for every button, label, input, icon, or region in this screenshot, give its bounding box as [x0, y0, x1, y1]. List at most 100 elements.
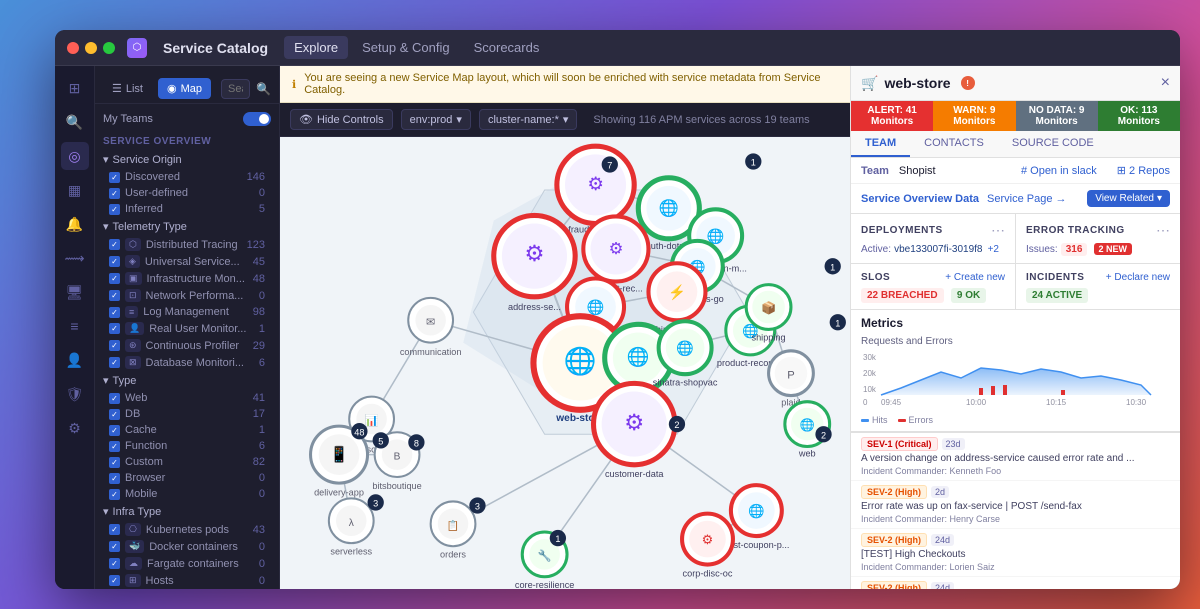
- incident-item-3[interactable]: SEV-2 (High) 24d [TEST] High Checkouts I…: [851, 577, 1180, 589]
- filter-item-discovered[interactable]: Discovered 146: [99, 169, 275, 185]
- maximize-window-btn[interactable]: [103, 42, 115, 54]
- filter-function[interactable]: Function 6: [99, 438, 275, 454]
- checkbox-db[interactable]: [109, 409, 120, 420]
- checkbox-distributed[interactable]: [109, 239, 120, 250]
- filter-custom[interactable]: Custom 82: [99, 454, 275, 470]
- checkbox-discovered[interactable]: [109, 172, 120, 183]
- panel-header: 🛒 web-store ! ×: [851, 66, 1180, 101]
- close-window-btn[interactable]: [67, 42, 79, 54]
- alert-icon[interactable]: 🔔: [61, 210, 89, 238]
- filter-profiler[interactable]: ⊛ Continuous Profiler 29: [99, 337, 275, 354]
- filter-item-user-defined[interactable]: User-defined 0: [99, 185, 275, 201]
- service-origin-title[interactable]: ▾ Service Origin: [99, 150, 275, 169]
- checkbox-universal[interactable]: [109, 256, 120, 267]
- search-sidebar-icon[interactable]: 🔍: [61, 108, 89, 136]
- view-related-label: View Related: [1095, 193, 1154, 204]
- filter-mobile[interactable]: Mobile 0: [99, 486, 275, 502]
- checkbox-mobile[interactable]: [109, 489, 120, 500]
- create-slo-btn[interactable]: + Create new: [945, 272, 1005, 283]
- apm-icon[interactable]: ⟿: [61, 244, 89, 272]
- checkbox-user-defined[interactable]: [109, 188, 120, 199]
- search-input[interactable]: [221, 79, 250, 99]
- checkbox-dbmon[interactable]: [109, 357, 120, 368]
- filter-db[interactable]: DB 17: [99, 406, 275, 422]
- filter-universal[interactable]: ◈ Universal Service... 45: [99, 253, 275, 270]
- alert-seg-ok[interactable]: OK: 113 Monitors: [1098, 101, 1180, 131]
- filter-item-inferred[interactable]: Inferred 5: [99, 201, 275, 217]
- map-area[interactable]: ⚙ fraud-preve... 🌐 auth-dotnet ⚙ address…: [280, 137, 850, 589]
- filter-docker[interactable]: 🐳 Docker containers 0: [99, 538, 275, 555]
- filter-cache[interactable]: Cache 1: [99, 422, 275, 438]
- age-badge-1: 2d: [931, 486, 949, 498]
- open-in-slack-link[interactable]: # Open in slack: [1021, 165, 1097, 177]
- filter-k8s[interactable]: ⎔ Kubernetes pods 43: [99, 521, 275, 538]
- alert-seg-nodata[interactable]: NO DATA: 9 Monitors: [1016, 101, 1098, 131]
- declare-incident-btn[interactable]: + Declare new: [1106, 272, 1170, 283]
- checkbox-fargate[interactable]: [109, 558, 120, 569]
- checkbox-k8s[interactable]: [109, 524, 120, 535]
- checkbox-network[interactable]: [109, 290, 120, 301]
- checkbox-profiler[interactable]: [109, 340, 120, 351]
- filter-log[interactable]: ≡ Log Management 98: [99, 304, 275, 320]
- list-tab-btn[interactable]: ☰ List: [103, 78, 152, 99]
- minimize-window-btn[interactable]: [85, 42, 97, 54]
- filter-rum[interactable]: 👤 Real User Monitor... 1: [99, 320, 275, 337]
- incident-item-0[interactable]: SEV-1 (Critical) 23d A version change on…: [851, 433, 1180, 481]
- view-related-btn[interactable]: View Related ▾: [1087, 190, 1170, 207]
- chevron-down-icon4: ▾: [103, 505, 109, 518]
- panel-tab-source[interactable]: SOURCE CODE: [998, 131, 1108, 157]
- my-teams-toggle[interactable]: [243, 112, 271, 126]
- monitor-icon[interactable]: ▦: [61, 176, 89, 204]
- nav-tab-scorecards[interactable]: Scorecards: [464, 36, 550, 59]
- env-dropdown[interactable]: env:prod ▾: [401, 109, 471, 130]
- checkbox-custom[interactable]: [109, 457, 120, 468]
- type-title[interactable]: ▾ Type: [99, 371, 275, 390]
- hide-controls-btn[interactable]: 👁 Hide Controls: [290, 109, 393, 130]
- checkbox-web[interactable]: [109, 393, 120, 404]
- filter-hosts[interactable]: ⊞ Hosts 0: [99, 572, 275, 589]
- home-icon[interactable]: ⊞: [61, 74, 89, 102]
- infra-type-title[interactable]: ▾ Infra Type: [99, 502, 275, 521]
- checkbox-rum[interactable]: [109, 323, 120, 334]
- panel-tab-team[interactable]: TEAM: [851, 131, 910, 157]
- filter-dbmon[interactable]: ⊠ Database Monitori... 6: [99, 354, 275, 371]
- service-page-link[interactable]: Service Page →: [987, 193, 1066, 205]
- repos-link[interactable]: ⊞ 2 Repos: [1117, 164, 1170, 177]
- telemetry-title[interactable]: ▾ Telemetry Type: [99, 217, 275, 236]
- checkbox-log[interactable]: [109, 307, 120, 318]
- logs-icon[interactable]: ≡: [61, 312, 89, 340]
- checkbox-function[interactable]: [109, 441, 120, 452]
- checkbox-hosts[interactable]: [109, 575, 120, 586]
- filter-web[interactable]: Web 41: [99, 390, 275, 406]
- settings-sidebar-icon[interactable]: ⚙: [61, 414, 89, 442]
- checkbox-browser[interactable]: [109, 473, 120, 484]
- alert-seg-red[interactable]: ALERT: 41 Monitors: [851, 101, 933, 131]
- security-icon[interactable]: 🛡: [61, 380, 89, 408]
- checkbox-inferred[interactable]: [109, 204, 120, 215]
- chevron-view-icon: ▾: [1157, 193, 1162, 204]
- filter-fargate[interactable]: ☁ Fargate containers 0: [99, 555, 275, 572]
- nav-tab-setup[interactable]: Setup & Config: [352, 36, 459, 59]
- infra-icon[interactable]: 🖥: [61, 278, 89, 306]
- incident-item-2[interactable]: SEV-2 (High) 24d [TEST] High Checkouts I…: [851, 529, 1180, 577]
- checkbox-docker[interactable]: [109, 541, 120, 552]
- db-label: DB: [125, 408, 140, 420]
- fargate-label: Fargate containers: [147, 558, 239, 570]
- checkbox-infra[interactable]: [109, 273, 120, 284]
- cluster-dropdown[interactable]: cluster-name:* ▾: [479, 109, 577, 130]
- filter-network[interactable]: ⊡ Network Performa... 0: [99, 287, 275, 304]
- checkbox-cache[interactable]: [109, 425, 120, 436]
- panel-tab-contacts[interactable]: CONTACTS: [910, 131, 998, 157]
- alert-seg-warn[interactable]: WARN: 9 Monitors: [933, 101, 1015, 131]
- nav-tab-explore[interactable]: Explore: [284, 36, 348, 59]
- rum-icon[interactable]: 👤: [61, 346, 89, 374]
- main-window: ⬡ Service Catalog Explore Setup & Config…: [55, 30, 1180, 589]
- graph-icon[interactable]: ◎: [61, 142, 89, 170]
- incident-item-1[interactable]: SEV-2 (High) 2d Error rate was up on fax…: [851, 481, 1180, 529]
- map-tab-btn[interactable]: ◉ Map: [158, 78, 211, 99]
- filter-infra[interactable]: ▣ Infrastructure Mon... 48: [99, 270, 275, 287]
- log-label: Log Management: [143, 306, 229, 318]
- panel-close-btn[interactable]: ×: [1161, 74, 1170, 92]
- filter-browser[interactable]: Browser 0: [99, 470, 275, 486]
- filter-distributed[interactable]: ⬡ Distributed Tracing 123: [99, 236, 275, 253]
